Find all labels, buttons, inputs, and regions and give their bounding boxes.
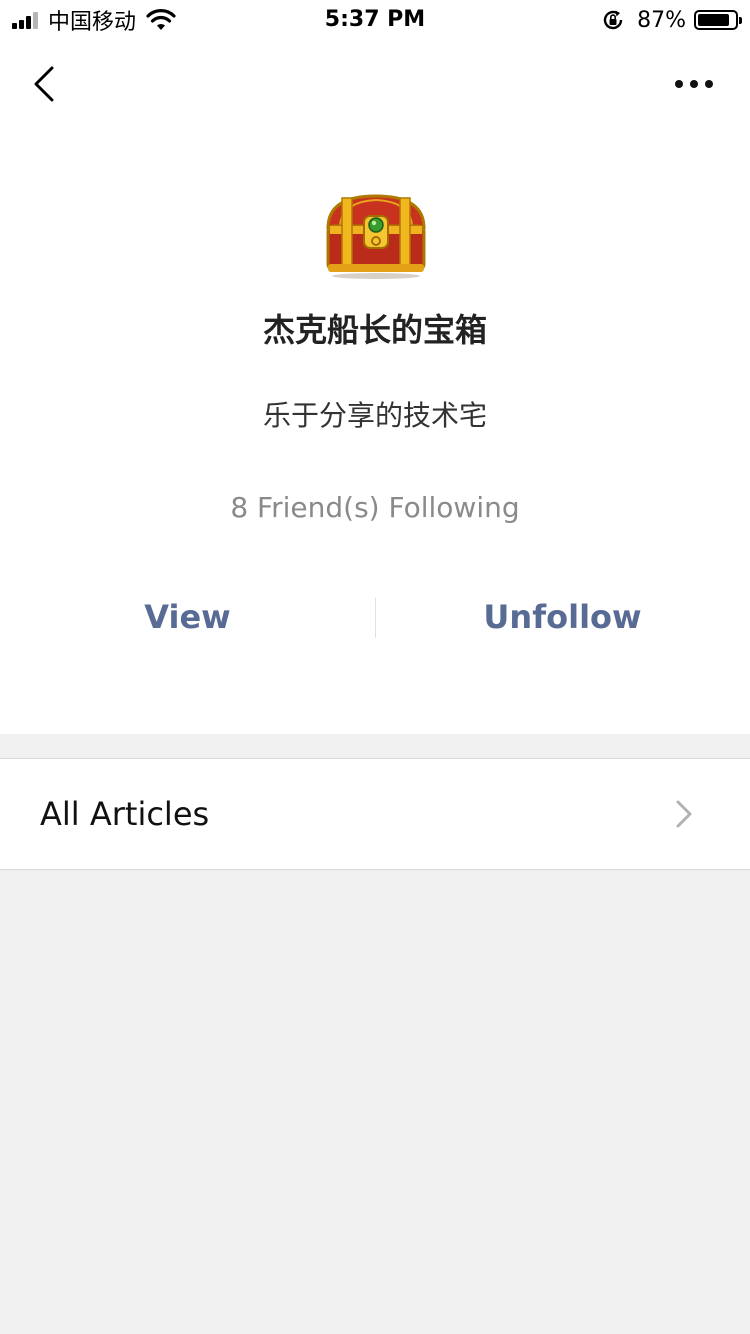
status-right: 87% [601,6,742,34]
profile-card: 杰克船长的宝箱 乐于分享的技术宅 8 Friend(s) Following V… [0,40,750,734]
all-articles-label: All Articles [40,795,210,833]
account-description: 乐于分享的技术宅 [262,399,487,432]
friends-following[interactable]: 8 Friend(s) Following [0,488,750,528]
battery-icon [694,10,742,30]
battery-percent: 87% [637,7,686,33]
more-button[interactable] [664,64,724,104]
chevron-right-icon [676,800,692,828]
battery-level [698,14,730,26]
chevron-left-icon [34,66,54,102]
all-articles-row[interactable]: All Articles [0,758,750,870]
view-button[interactable]: View [0,592,375,642]
back-button[interactable] [22,60,66,108]
more-dots-icon [675,80,713,88]
account-name: 杰克船长的宝箱 [262,311,487,349]
action-bar: View Unfollow [0,592,750,642]
status-bar: 中国移动 5:37 PM 87% [0,0,750,40]
rotation-lock-icon [603,10,623,30]
unfollow-button[interactable]: Unfollow [375,592,750,642]
treasure-chest-icon [326,194,426,279]
